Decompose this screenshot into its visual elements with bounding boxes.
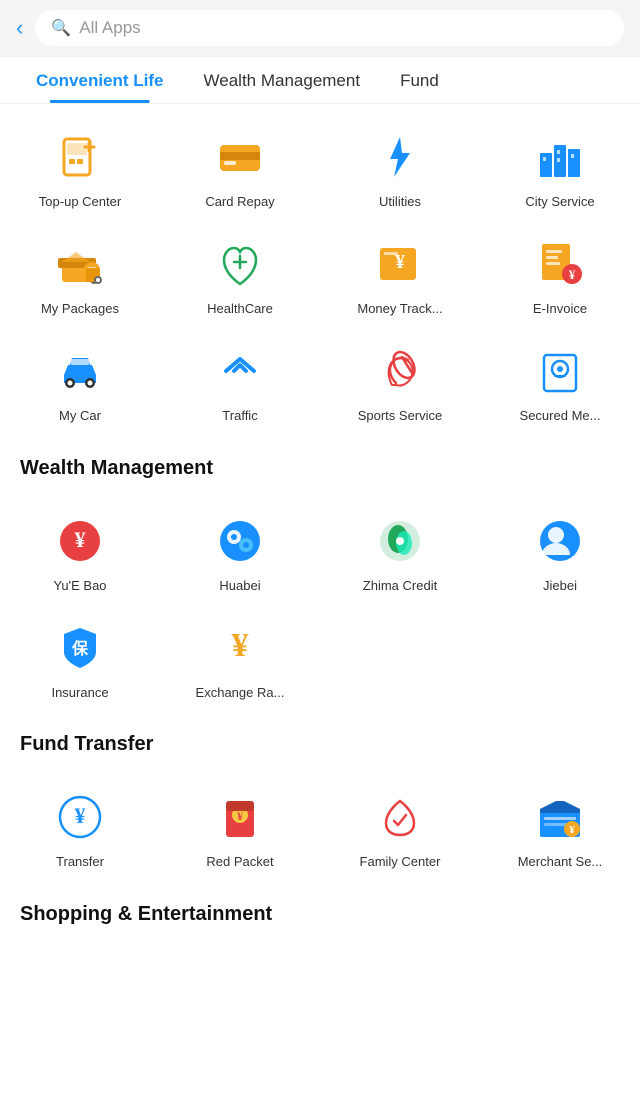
city-icon (531, 128, 589, 186)
svg-text:¥: ¥ (75, 803, 86, 828)
svg-text:¥: ¥ (232, 627, 249, 664)
app-yue-bao[interactable]: ¥ Yu'E Bao (0, 498, 160, 605)
zhima-credit-label: Zhima Credit (363, 578, 437, 595)
car-label: My Car (59, 408, 101, 425)
secured-icon (531, 342, 589, 400)
utilities-label: Utilities (379, 194, 421, 211)
svg-text:¥: ¥ (75, 527, 86, 552)
jiebei-icon (531, 512, 589, 570)
car-icon (51, 342, 109, 400)
insurance-label: Insurance (51, 685, 108, 702)
tab-convenient-life[interactable]: Convenient Life (16, 57, 184, 103)
moneytrack-label: Money Track... (357, 301, 442, 318)
moneytrack-icon: ¥ (371, 235, 429, 293)
healthcare-icon (211, 235, 269, 293)
search-placeholder: All Apps (79, 18, 140, 38)
app-healthcare[interactable]: HealthCare (160, 221, 320, 328)
tab-bar: Convenient Life Wealth Management Fund (0, 57, 640, 104)
exchange-rate-label: Exchange Ra... (196, 685, 285, 702)
tab-fund[interactable]: Fund (380, 57, 459, 103)
zhima-icon (371, 512, 429, 570)
svg-text:¥: ¥ (237, 809, 243, 823)
einvoice-label: E-Invoice (533, 301, 587, 318)
transfer-label: Transfer (56, 854, 104, 871)
secured-me-label: Secured Me... (520, 408, 601, 425)
wealth-management-grid: ¥ Yu'E Bao Huabei Zhima Cre (0, 488, 640, 716)
back-button[interactable]: ‹ (16, 15, 23, 41)
app-city-service[interactable]: City Service (480, 114, 640, 221)
app-secured-me[interactable]: Secured Me... (480, 328, 640, 435)
app-traffic[interactable]: Traffic (160, 328, 320, 435)
red-packet-label: Red Packet (206, 854, 273, 871)
app-merchant-se[interactable]: ¥ Merchant Se... (480, 774, 640, 881)
app-exchange-rate[interactable]: ¥ Exchange Ra... (160, 605, 320, 712)
einvoice-icon: ¥ (531, 235, 589, 293)
family-icon (371, 788, 429, 846)
app-my-packages[interactable]: My Packages (0, 221, 160, 328)
topup-label: Top-up Center (39, 194, 121, 211)
app-zhima-credit[interactable]: Zhima Credit (320, 498, 480, 605)
city-service-label: City Service (525, 194, 594, 211)
card-repay-label: Card Repay (205, 194, 274, 211)
app-my-car[interactable]: My Car (0, 328, 160, 435)
insurance-icon: 保 (51, 619, 109, 677)
app-red-packet[interactable]: ¥ Red Packet (160, 774, 320, 881)
app-family-center[interactable]: Family Center (320, 774, 480, 881)
healthcare-label: HealthCare (207, 301, 273, 318)
tab-wealth-management[interactable]: Wealth Management (184, 57, 381, 103)
shopping-entertainment-header: Shopping & Entertainment (0, 885, 640, 934)
exchange-icon: ¥ (211, 619, 269, 677)
wealth-management-header: Wealth Management (0, 439, 640, 488)
card-icon (211, 128, 269, 186)
fund-transfer-grid: ¥ Transfer ¥ Red Packet Family Center (0, 764, 640, 885)
svg-text:¥: ¥ (569, 267, 576, 282)
svg-text:保: 保 (71, 639, 89, 658)
app-top-up-center[interactable]: Top-up Center (0, 114, 160, 221)
app-money-track[interactable]: ¥ Money Track... (320, 221, 480, 328)
traffic-label: Traffic (222, 408, 257, 425)
convenient-life-grid: Top-up Center Card Repay Utilities (0, 104, 640, 439)
app-e-invoice[interactable]: ¥ E-Invoice (480, 221, 640, 328)
traffic-icon (211, 342, 269, 400)
yuebao-icon: ¥ (51, 512, 109, 570)
sports-service-label: Sports Service (358, 408, 443, 425)
packages-icon (51, 235, 109, 293)
family-center-label: Family Center (360, 854, 441, 871)
search-input-wrap[interactable]: 🔍 All Apps (35, 10, 624, 46)
app-sports-service[interactable]: Sports Service (320, 328, 480, 435)
app-insurance[interactable]: 保 Insurance (0, 605, 160, 712)
fund-transfer-header: Fund Transfer (0, 715, 640, 764)
app-huabei[interactable]: Huabei (160, 498, 320, 605)
app-card-repay[interactable]: Card Repay (160, 114, 320, 221)
search-bar: ‹ 🔍 All Apps (0, 0, 640, 57)
app-transfer[interactable]: ¥ Transfer (0, 774, 160, 881)
search-icon: 🔍 (51, 18, 71, 38)
app-utilities[interactable]: Utilities (320, 114, 480, 221)
sports-icon (371, 342, 429, 400)
svg-text:¥: ¥ (569, 824, 575, 836)
huabei-label: Huabei (219, 578, 260, 595)
yuebao-label: Yu'E Bao (53, 578, 106, 595)
transfer-icon: ¥ (51, 788, 109, 846)
utilities-icon (371, 128, 429, 186)
huabei-icon (211, 512, 269, 570)
merchant-icon: ¥ (531, 788, 589, 846)
topup-icon (51, 128, 109, 186)
jiebei-label: Jiebei (543, 578, 577, 595)
redpacket-icon: ¥ (211, 788, 269, 846)
packages-label: My Packages (41, 301, 119, 318)
app-jiebei[interactable]: Jiebei (480, 498, 640, 605)
merchant-se-label: Merchant Se... (518, 854, 603, 871)
